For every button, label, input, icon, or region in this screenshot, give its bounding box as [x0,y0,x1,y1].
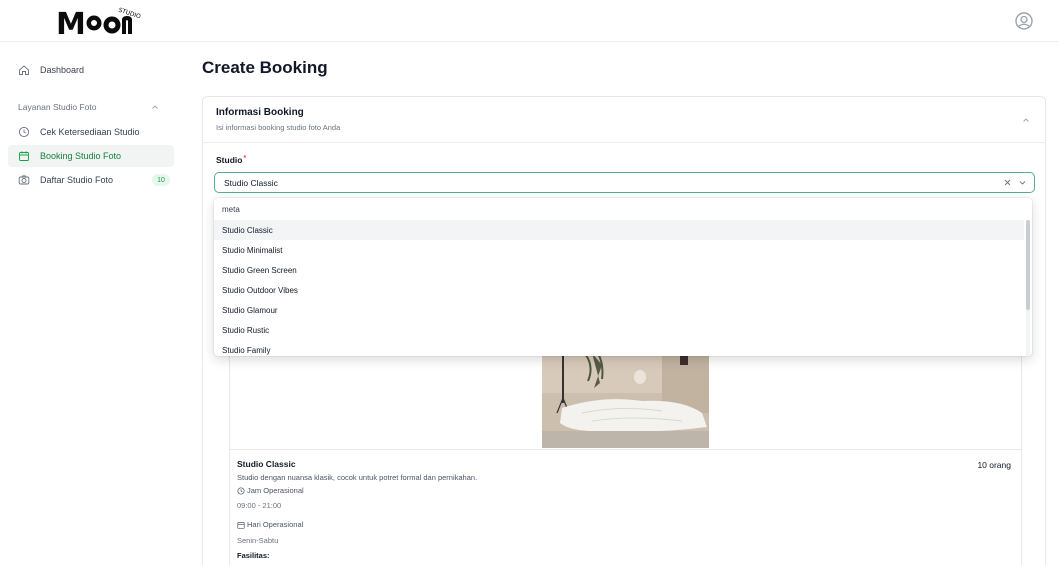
dropdown-search-text[interactable]: meta [222,205,240,214]
operating-hours-label: Jam Operasional [247,486,304,495]
sidebar-item-label: Cek Ketersediaan Studio [40,127,140,137]
studio-dropdown-menu: meta Studio Classic Studio Minimalist St… [214,198,1032,356]
dropdown-option[interactable]: Studio Minimalist [214,240,1024,260]
dropdown-option[interactable]: Studio Glamour [214,300,1024,320]
operating-days-value: Senin-Sabtu [237,536,279,545]
chevron-up-icon [152,105,158,109]
sidebar-item-cek-ketersediaan[interactable]: Cek Ketersediaan Studio [8,121,174,143]
home-icon [19,65,29,75]
dropdown-option[interactable]: Studio Rustic [214,320,1024,340]
facilities-label: Fasilitas: [237,551,270,560]
studio-capacity: 10 orang [977,460,1011,470]
studio-select-value: Studio Classic [224,177,278,188]
dropdown-option[interactable]: Studio Outdoor Vibes [214,280,1024,300]
sidebar-item-booking-studio[interactable]: Booking Studio Foto [8,145,174,167]
sidebar-item-label: Booking Studio Foto [40,151,122,161]
operating-hours-value: 09:00 - 21:00 [237,501,282,510]
dropdown-option[interactable]: Studio Green Screen [214,260,1024,280]
operating-days-heading: Hari Operasional [237,520,303,529]
svg-text:M: M [56,7,84,39]
clear-icon[interactable] [1003,178,1012,187]
dropdown-scrollbar-thumb[interactable] [1026,220,1030,310]
moon-studio-logo[interactable]: M STUDIO [56,3,156,39]
dropdown-option[interactable]: Studio Family [214,340,1024,356]
clock-icon [18,126,30,138]
clock-icon [237,486,245,495]
studio-photo [542,353,709,448]
top-bar: M STUDIO [0,0,1059,42]
camera-icon [18,175,30,185]
count-badge: 10 [152,174,170,186]
operating-days-label: Hari Operasional [247,520,304,529]
sidebar-item-label: Dashboard [40,65,85,75]
calendar-icon [237,521,245,529]
studio-field-label: Studio* [216,155,246,165]
user-avatar-icon[interactable] [1015,12,1033,30]
sidebar-item-daftar-studio[interactable]: Daftar Studio Foto 10 [8,169,174,191]
sidebar-group-layanan[interactable]: Layanan Studio Foto [8,98,174,116]
chevron-down-icon[interactable] [1018,178,1027,187]
dropdown-option[interactable]: Studio Classic [214,220,1024,240]
studio-description: Studio dengan nuansa klasik, cocok untuk… [237,473,478,482]
card-title: Informasi Booking [216,107,304,118]
sidebar-group-label: Layanan Studio Foto [18,102,97,112]
studio-label-text: Studio [216,155,243,165]
detail-divider [229,449,1022,450]
operating-hours-heading: Jam Operasional [237,486,304,495]
sidebar-item-dashboard[interactable]: Dashboard [8,59,174,81]
sidebar-item-label: Daftar Studio Foto [40,175,114,185]
studio-select[interactable]: Studio Classic [214,172,1035,193]
calendar-icon [19,151,29,161]
studio-name: Studio Classic [237,459,296,469]
card-header[interactable]: Informasi Booking Isi informasi booking … [203,97,1045,143]
page-title: Create Booking [202,58,328,77]
card-subtitle: Isi informasi booking studio foto Anda [216,123,341,132]
chevron-up-icon[interactable] [1021,115,1031,125]
required-mark: * [243,155,247,162]
